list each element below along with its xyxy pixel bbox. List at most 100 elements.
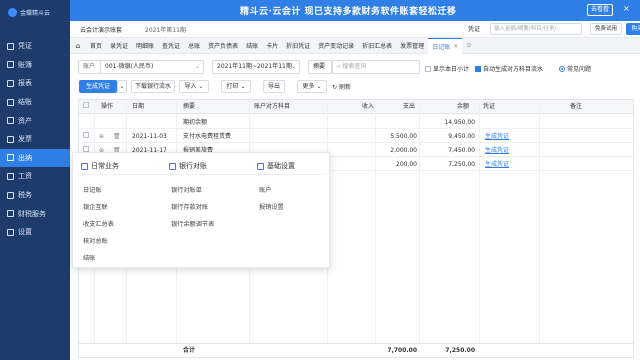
tab-asset-change[interactable]: 资产变动记录 (314, 38, 358, 54)
menu-item-bank-statement[interactable]: 银行对账单 (171, 185, 202, 194)
tab-journal[interactable]: 日记账 × (428, 37, 463, 54)
sidebar-item-finance-service[interactable]: 财税服务 (0, 204, 70, 223)
tab-balance-sheet[interactable]: 资产负债表 (204, 38, 242, 54)
tab-enter-voucher[interactable]: 录凭证 (106, 38, 132, 54)
balance-cell: 14,950.00 (444, 119, 475, 126)
generate-voucher-link[interactable]: 生成凭证 (485, 131, 509, 142)
menu-item-bank-balance-adjust[interactable]: 银行余额调节表 (171, 219, 214, 228)
date-range-select[interactable]: 2021年11期~2021年11期 ⌄ (212, 60, 300, 74)
sidebar-item-label: 账簿 (18, 60, 32, 69)
sidebar-item-tax[interactable]: 税务 (0, 186, 70, 205)
menu-item-reconcile-ledger[interactable]: 核对总账 (83, 236, 108, 245)
refresh-button[interactable]: ↻ 刷新 (332, 82, 351, 91)
book-icon (7, 61, 14, 69)
menu-item-bank-enterprise[interactable]: 银企互联 (83, 202, 108, 211)
import-label: 导入 (184, 83, 197, 90)
home-icon[interactable]: ⌂ (70, 38, 86, 54)
faq-option[interactable]: 常见问题 (559, 64, 591, 73)
tab-general-ledger[interactable]: 总账 (184, 38, 204, 54)
close-icon[interactable]: × (623, 4, 630, 13)
download-bank-flow-button[interactable]: 下载银行流水 (131, 80, 175, 93)
auto-voucher-label: 自动生成对方科目流水 (483, 66, 544, 73)
col-remark: 备注 (570, 100, 583, 114)
sidebar-item-label: 出纳 (18, 153, 32, 162)
export-button[interactable]: 导出 (263, 80, 285, 93)
auto-voucher-checkbox[interactable]: 自动生成对方科目流水 (475, 64, 543, 73)
total-row: 合计 7,700.00 7,250.00 (79, 343, 633, 357)
delete-icon[interactable]: 🗑 (113, 131, 121, 142)
radio-icon (559, 65, 565, 72)
total-expense: 7,700.00 (387, 347, 417, 354)
generate-voucher-link[interactable]: 生成凭证 (485, 159, 509, 170)
tab-invoice-management[interactable]: 发票管理 (396, 38, 428, 54)
chevron-down-icon: ⌄ (290, 63, 296, 70)
balance-cell: 7,450.00 (448, 147, 475, 154)
row-checkbox[interactable] (83, 131, 89, 142)
refresh-icon: ↻ (332, 84, 338, 91)
tab-depreciation-voucher[interactable]: 折旧凭证 (282, 38, 314, 54)
chevron-down-icon: ⌄ (316, 83, 322, 90)
summary-search-input[interactable]: ⌕ 搜索查询 (332, 60, 420, 74)
sidebar-item-closing[interactable]: 结账 (0, 93, 70, 112)
search-input[interactable]: 输入金额/摘要/科目/往来/.. (490, 23, 582, 35)
sidebar-item-voucher[interactable]: 凭证 (0, 37, 70, 56)
col-date[interactable]: 日期 (132, 100, 145, 114)
sidebar-item-payroll[interactable]: 工资 (0, 167, 70, 186)
sidebar-item-ledger[interactable]: 账簿 (0, 56, 70, 75)
menu-item-closing[interactable]: 结账 (83, 253, 95, 262)
table-row[interactable]: ⊕ 🗑 2021-11-03 支付水电费租赁费 5,500.00 9,450.0… (79, 131, 633, 143)
account-value: 001-微银(人民币) (105, 63, 154, 70)
menu-item-journal[interactable]: 日记账 (83, 185, 102, 194)
sidebar-item-invoice[interactable]: 发票 (0, 130, 70, 149)
summary-cell: 支付水电费租赁费 (183, 133, 232, 140)
daily-business-icon (81, 162, 88, 170)
generate-voucher-link[interactable]: 生成凭证 (485, 145, 509, 156)
tab-detail-ledger[interactable]: 明细账 (132, 38, 158, 54)
show-subtotal-checkbox[interactable]: 显示本日小计 (425, 64, 469, 73)
tax-icon (7, 191, 14, 199)
faq-label: 常见问题 (567, 66, 592, 73)
menu-item-bank-deposit-reconcile[interactable]: 银行存款对账 (171, 202, 208, 211)
sidebar-item-label: 结账 (18, 98, 32, 107)
account-select[interactable]: 001-微银(人民币) ⌄ (100, 60, 204, 74)
promo-button[interactable]: 去看看 (587, 4, 613, 16)
company-name[interactable]: 云会计演示账套 (80, 25, 122, 34)
menu-item-reimbursement-settings[interactable]: 报销设置 (259, 202, 284, 211)
table-row[interactable]: 期初余额 14,950.00 (79, 117, 633, 129)
select-all-checkbox[interactable] (83, 100, 93, 114)
payroll-icon (7, 172, 14, 180)
sidebar-item-label: 工资 (18, 172, 32, 181)
total-balance: 7,250.00 (445, 347, 475, 354)
balance-cell: 9,450.00 (448, 133, 475, 140)
tab-closing[interactable]: 结账 (242, 38, 262, 54)
buy-button[interactable]: 购买 (626, 23, 640, 35)
generate-voucher-button[interactable]: 生成凭证 (79, 80, 117, 93)
add-icon[interactable]: ⊕ (99, 131, 104, 142)
menu-item-account[interactable]: 账户 (259, 185, 271, 194)
sidebar-item-label: 设置 (18, 228, 32, 237)
sidebar-item-report[interactable]: 报表 (0, 74, 70, 93)
tab-card[interactable]: 卡片 (262, 38, 282, 54)
more-button[interactable]: 更多 ⌄ (297, 80, 327, 93)
menu-section-settings: 基础设置 (257, 161, 295, 171)
search-icon: ⌕ (337, 63, 341, 70)
expense-cell: 200.00 (396, 161, 417, 168)
sidebar-item-assets[interactable]: 资产 (0, 111, 70, 130)
gear-icon[interactable]: ⊙ (462, 38, 475, 54)
free-trial-button[interactable]: 免费试用 (590, 23, 622, 35)
sidebar-item-cashier[interactable]: 出纳 (0, 148, 70, 168)
import-button[interactable]: 导入 ⌄ (179, 80, 209, 93)
logo: 金蝶精斗云 (8, 8, 50, 17)
sidebar-nav: 凭证 账簿 报表 结账 资产 发票 出纳 工资 税务 财税服务 设置 (0, 37, 70, 242)
menu-item-income-expense-summary[interactable]: 收支汇总表 (83, 219, 114, 228)
chevron-down-icon[interactable]: ⌄ (117, 80, 127, 93)
sidebar-item-settings[interactable]: 设置 (0, 223, 70, 242)
tab-depreciation-summary[interactable]: 折旧汇总表 (358, 38, 396, 54)
summary-filter-select[interactable]: 摘要 (308, 60, 332, 74)
tab-home[interactable]: 首页 (86, 38, 106, 54)
search-scope-select[interactable]: 凭证 (468, 24, 490, 35)
close-icon[interactable]: × (453, 43, 458, 50)
date-cell: 2021-11-03 (132, 133, 167, 140)
print-button[interactable]: 打印 ⌄ (221, 80, 251, 93)
tab-query-voucher[interactable]: 查凭证 (158, 38, 184, 54)
